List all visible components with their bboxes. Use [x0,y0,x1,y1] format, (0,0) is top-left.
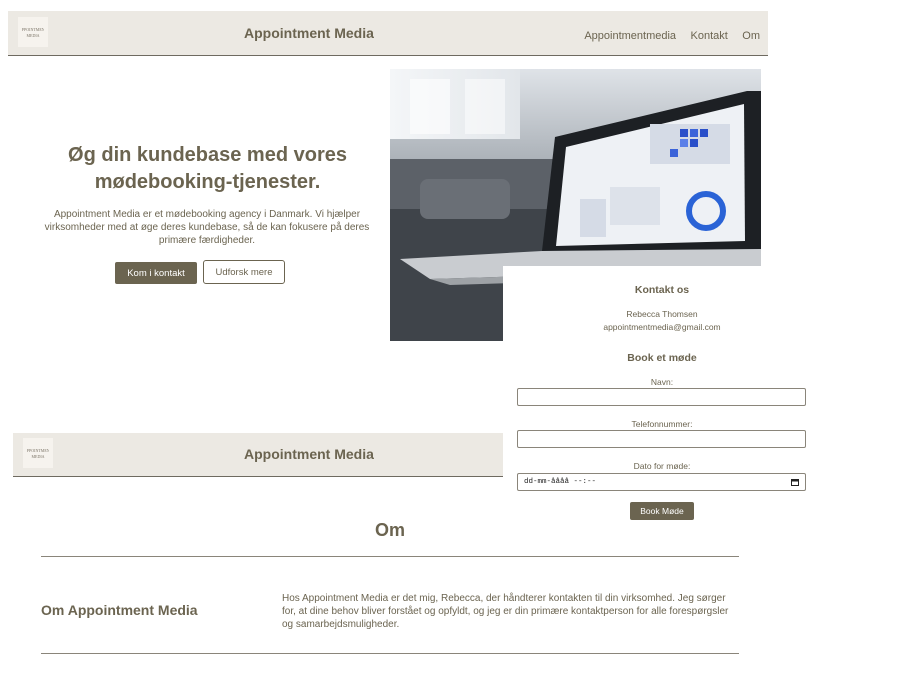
top-navbar: APPOINTMENT MEDIA Appointment Media Appo… [8,11,768,56]
name-field[interactable] [517,388,806,406]
contact-email[interactable]: appointmentmedia@gmail.com [503,322,821,332]
divider [41,556,739,557]
date-field[interactable]: dd-mm-åååå --:-- [517,473,806,491]
svg-text:MEDIA: MEDIA [31,454,44,459]
logo-icon: APPOINTMENT MEDIA [22,27,44,38]
about-title: Om [374,520,405,540]
date-placeholder: dd-mm-åååå --:-- [524,478,597,486]
svg-text:MEDIA: MEDIA [26,33,39,38]
contact-title: Kontakt os [634,284,690,296]
svg-text:APPOINTMENT: APPOINTMENT [27,448,49,453]
main-nav: Appointmentmedia Kontakt Om [574,26,760,44]
about-subtitle: Om Appointment Media [41,602,198,618]
nav-link-kontakt[interactable]: Kontakt [691,30,728,42]
contact-panel: Kontakt os Rebecca Thomsen appointmentme… [503,266,813,526]
phone-label: Telefonnummer: [631,419,693,429]
hero-title: Øg din kundebase med vores mødebooking-t… [68,144,347,193]
svg-text:APPOINTMENT: APPOINTMENT [22,27,44,32]
explore-button[interactable]: Udforsk mere [203,260,285,284]
site-logo-2[interactable]: APPOINTMENT MEDIA [23,438,53,468]
calendar-icon[interactable] [791,473,799,491]
booking-title: Book et møde [627,352,697,364]
contact-name: Rebecca Thomsen [626,309,698,319]
contact-button[interactable]: Kom i kontakt [115,262,197,284]
secondary-navbar: APPOINTMENT MEDIA Appointment Media [13,433,503,477]
nav-link-appointmentmedia[interactable]: Appointmentmedia [584,30,676,42]
site-logo[interactable]: APPOINTMENT MEDIA [18,17,48,47]
nav-link-om[interactable]: Om [742,30,760,42]
brand-title-2[interactable]: Appointment Media [244,446,374,462]
about-text: Hos Appointment Media er det mig, Rebecc… [282,593,729,630]
book-meeting-button[interactable]: Book Møde [630,502,694,520]
divider [41,653,739,654]
logo-icon: APPOINTMENT MEDIA [27,448,49,459]
name-label: Navn: [650,377,674,387]
phone-field[interactable] [517,430,806,448]
hero-description: Appointment Media er et mødebooking agen… [44,209,370,246]
date-label: Dato for møde: [633,461,691,471]
brand-title[interactable]: Appointment Media [244,25,374,41]
